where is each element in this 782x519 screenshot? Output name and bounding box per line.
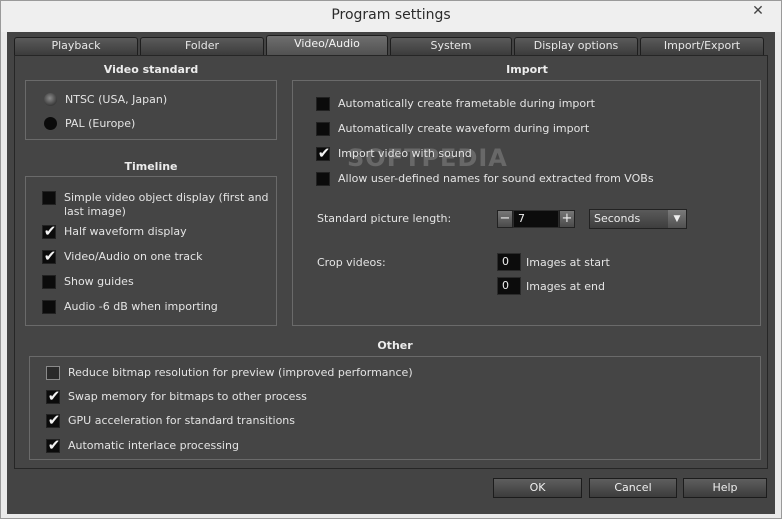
checkbox-label: Audio -6 dB when importing [64, 300, 218, 313]
crop-videos-label: Crop videos: [317, 256, 386, 269]
other-title: Other [377, 339, 413, 352]
checkbox-audio-6db[interactable]: Audio -6 dB when importing [42, 300, 218, 314]
checkbox-show-guides[interactable]: Show guides [42, 275, 134, 289]
checkbox-box[interactable] [316, 97, 330, 111]
checkbox-box[interactable] [42, 275, 56, 289]
radio-pal-button[interactable] [44, 117, 57, 130]
checkbox-label: GPU acceleration for standard transition… [68, 414, 296, 427]
picture-length-label: Standard picture length: [317, 212, 452, 225]
tab-display-options[interactable]: Display options [514, 37, 638, 55]
checkmark-icon: ✔ [317, 144, 331, 162]
checkbox-box[interactable] [46, 366, 60, 380]
other-group: Reduce bitmap resolution for preview (im… [29, 356, 761, 460]
video-standard-title: Video standard [103, 63, 199, 76]
checkbox-box[interactable] [42, 191, 56, 205]
checkbox-label: Automatically create frametable during i… [338, 97, 595, 110]
checkbox-create-frametable[interactable]: Automatically create frametable during i… [316, 97, 595, 111]
checkbox-half-waveform[interactable]: ✔ Half waveform display [42, 222, 187, 240]
timeline-title: Timeline [124, 160, 178, 173]
radio-pal[interactable]: PAL (Europe) [44, 117, 135, 131]
crop-end-label: Images at end [526, 280, 605, 293]
checkbox-label: Show guides [64, 275, 134, 288]
checkmark-icon: ✔ [47, 411, 61, 429]
checkbox-box[interactable] [316, 172, 330, 186]
checkbox-label-line1: Simple video object display (first and [64, 191, 269, 204]
ok-button[interactable]: OK [493, 478, 582, 498]
crop-start-input[interactable]: 0 [497, 253, 521, 271]
checkbox-label: Simple video object display (first and la… [64, 191, 269, 219]
tab-playback[interactable]: Playback [14, 37, 138, 55]
timeline-group: Simple video object display (first and la… [25, 176, 277, 326]
import-title: Import [506, 63, 548, 76]
decrement-button[interactable]: − [497, 210, 513, 228]
video-standard-group: NTSC (USA, Japan) PAL (Europe) [25, 80, 277, 140]
program-settings-window: Program settings ✕ Playback Folder Video… [0, 0, 782, 519]
checkbox-user-defined-vob-names[interactable]: Allow user-defined names for sound extra… [316, 172, 654, 186]
checkbox-box[interactable]: ✔ [316, 144, 331, 162]
tab-import-export[interactable]: Import/Export [640, 37, 764, 55]
checkbox-label: Automatic interlace processing [68, 439, 239, 452]
checkbox-reduce-bitmap-resolution[interactable]: Reduce bitmap resolution for preview (im… [46, 366, 413, 380]
crop-start-label: Images at start [526, 256, 610, 269]
chevron-down-icon[interactable]: ▼ [668, 210, 686, 228]
window-title: Program settings [331, 7, 451, 23]
tab-video-audio[interactable]: Video/Audio [266, 35, 388, 56]
checkbox-label-line2: last image) [64, 205, 126, 218]
checkbox-box[interactable] [316, 122, 330, 136]
checkbox-box[interactable] [42, 300, 56, 314]
checkbox-label: Swap memory for bitmaps to other process [68, 390, 307, 403]
title-bar[interactable]: Program settings ✕ [1, 1, 781, 32]
video-audio-panel: Video standard NTSC (USA, Japan) PAL (Eu… [14, 55, 768, 469]
checkbox-automatic-interlace[interactable]: ✔ Automatic interlace processing [46, 436, 239, 454]
help-button[interactable]: Help [683, 478, 767, 498]
checkbox-label: Allow user-defined names for sound extra… [338, 172, 654, 185]
checkbox-box[interactable]: ✔ [42, 247, 57, 265]
checkmark-icon: ✔ [43, 247, 57, 265]
unit-select-value: Seconds [594, 212, 641, 225]
radio-ntsc-label: NTSC (USA, Japan) [65, 93, 168, 106]
tab-system[interactable]: System [390, 37, 512, 55]
watermark: SOFTPEDIA [347, 144, 508, 172]
import-group: Automatically create frametable during i… [292, 80, 761, 326]
cancel-button[interactable]: Cancel [589, 478, 677, 498]
checkbox-label: Video/Audio on one track [64, 250, 203, 263]
close-icon[interactable]: ✕ [741, 1, 775, 21]
radio-pal-label: PAL (Europe) [65, 117, 136, 130]
checkmark-icon: ✔ [47, 387, 61, 405]
increment-button[interactable]: + [559, 210, 575, 228]
tab-bar: Playback Folder Video/Audio System Displ… [14, 35, 768, 56]
checkbox-box[interactable]: ✔ [42, 222, 57, 240]
checkmark-icon: ✔ [43, 222, 57, 240]
radio-ntsc[interactable]: NTSC (USA, Japan) [44, 93, 167, 107]
checkbox-box[interactable]: ✔ [46, 411, 61, 429]
checkbox-box[interactable]: ✔ [46, 436, 61, 454]
picture-length-input[interactable]: 7 [513, 210, 559, 228]
checkbox-label: Reduce bitmap resolution for preview (im… [68, 366, 413, 379]
checkbox-simple-video-display[interactable]: Simple video object display (first and la… [42, 191, 269, 219]
checkbox-box[interactable]: ✔ [46, 387, 61, 405]
crop-end-input[interactable]: 0 [497, 277, 521, 295]
picture-length-unit-select[interactable]: Seconds ▼ [589, 209, 687, 229]
checkbox-swap-memory[interactable]: ✔ Swap memory for bitmaps to other proce… [46, 387, 307, 405]
checkmark-icon: ✔ [47, 436, 61, 454]
dialog-client: Playback Folder Video/Audio System Displ… [7, 32, 775, 514]
tab-folder[interactable]: Folder [140, 37, 264, 55]
checkbox-label: Automatically create waveform during imp… [338, 122, 590, 135]
checkbox-video-audio-one-track[interactable]: ✔ Video/Audio on one track [42, 247, 203, 265]
checkbox-create-waveform[interactable]: Automatically create waveform during imp… [316, 122, 589, 136]
checkbox-label: Half waveform display [64, 225, 187, 238]
checkbox-gpu-acceleration[interactable]: ✔ GPU acceleration for standard transiti… [46, 411, 296, 429]
radio-ntsc-button[interactable] [44, 93, 57, 106]
